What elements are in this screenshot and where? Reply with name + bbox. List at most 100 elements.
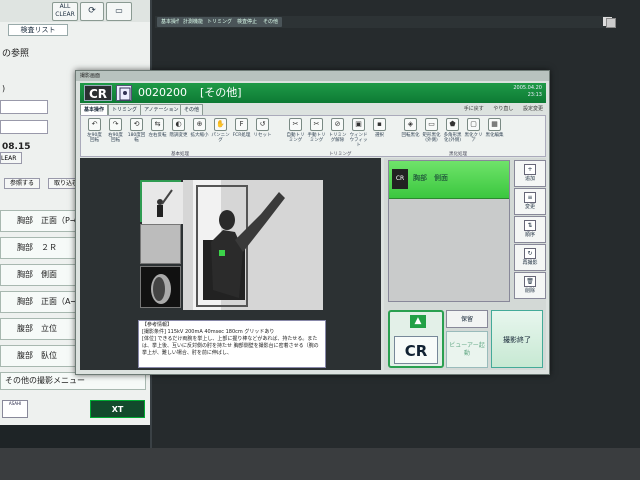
reset-icon: ↺ — [256, 118, 269, 131]
tool-button[interactable]: ↷ 右90度回転 — [106, 118, 125, 143]
tool-button[interactable]: ⬟ 多角形黒化(外側) — [443, 118, 462, 143]
tool-button[interactable]: ▪ 選択 — [370, 118, 389, 138]
tool-button[interactable]: ✋ パンニング — [211, 118, 230, 143]
tool-button[interactable]: ▭ 矩形黒化(外側) — [422, 118, 441, 143]
black-clear-icon: ▢ — [467, 118, 480, 131]
flip-h-icon: ⇆ — [151, 118, 164, 131]
end-capture-button[interactable]: 撮影終了 — [491, 310, 543, 368]
trim-clear-icon: ⊘ — [331, 118, 344, 131]
tool-label: 矩形黒化(外側) — [422, 133, 441, 143]
tool-button[interactable]: ◐ 階調変更 — [169, 118, 188, 138]
paren-text: ) — [2, 84, 6, 93]
zoom-icon: ⊕ — [193, 118, 206, 131]
rotate-180-icon: ⟲ — [130, 118, 143, 131]
tool-label: FCR処理 — [232, 133, 251, 138]
tool-button[interactable]: ◈ 回転黒化 — [401, 118, 420, 138]
image-area: 【参考情報】 [撮影条件] 115kV 200mA 40msec 180cm グ… — [80, 158, 381, 370]
all-clear-button[interactable]: ALL CLEAR — [52, 2, 78, 21]
top-tab-trimming[interactable]: トリミング — [203, 17, 237, 27]
tool-label: 回転黒化 — [401, 133, 420, 138]
poly-black-icon: ⬟ — [446, 118, 459, 131]
top-tab-stop[interactable]: 検査停止 — [233, 17, 262, 27]
tool-label: 手動トリミング — [307, 133, 326, 143]
rect-black-icon: ▭ — [425, 118, 438, 131]
tool-button[interactable]: ⇆ 左右反転 — [148, 118, 167, 138]
protocol-list: CR 胸部 側面 — [388, 160, 510, 302]
tool-button[interactable]: ▦ 黒化編集 — [485, 118, 504, 138]
patient-id: 0020200 — [138, 86, 187, 99]
tool-button[interactable]: ↺ リセット — [253, 118, 272, 138]
capture-dialog: 撮影画面 CR 0020200 [その他] 2005.04.20 23:13 基… — [75, 70, 550, 375]
patient-category: [その他] — [200, 86, 242, 99]
undo-button[interactable]: 手に戻す — [464, 106, 484, 112]
tool-label: 選択 — [375, 133, 384, 138]
settings-button[interactable]: 設定変更 — [523, 106, 543, 112]
date-text: 08.15 — [2, 142, 31, 152]
side-button[interactable]: + 追加 — [514, 160, 546, 187]
time-label: 23:13 — [527, 92, 542, 98]
cr-button-label: CR — [394, 336, 438, 364]
monitor-icon[interactable]: ▭ — [106, 2, 132, 21]
side-button-label: 追加 — [524, 176, 535, 182]
protocol-item-chest-lateral[interactable]: CR 胸部 側面 — [389, 161, 509, 199]
viewer-launch-button[interactable]: ビューアー起動 — [446, 331, 488, 368]
side-button-label: 変更 — [524, 204, 535, 210]
clear-button[interactable]: LEAR — [0, 152, 22, 164]
select-icon: ▪ — [373, 118, 386, 131]
top-right-actions: 手に戻す やり直し 設定変更 — [464, 105, 543, 112]
black-edit-icon: ▦ — [488, 118, 501, 131]
cr-logo: CR — [84, 85, 112, 101]
left-input-2[interactable] — [0, 120, 48, 134]
cr-capture-button[interactable]: ▲ CR — [388, 310, 444, 368]
reference-info-text: 【参考情報】 [撮影条件] 115kV 200mA 40msec 180cm グ… — [142, 322, 319, 356]
ref-button[interactable]: 参照する — [4, 178, 40, 189]
exam-list-tab[interactable]: 検査リスト — [8, 24, 68, 36]
tool-button[interactable]: ⟲ 180度回転 — [127, 118, 146, 143]
left-toolbar: ALL CLEAR ⟳ ▭ — [0, 0, 150, 22]
monitor-bezel — [0, 448, 640, 480]
hold-button[interactable]: 保留 — [446, 310, 488, 328]
thumbnail-2[interactable] — [140, 224, 181, 264]
tool-button[interactable]: ▢ 黒化クリア — [464, 118, 483, 143]
rotate-right-icon: ↷ — [109, 118, 122, 131]
tool-button[interactable]: ⊕ 拡大縮小 — [190, 118, 209, 138]
preview-image — [183, 180, 323, 310]
tool-button[interactable]: ↶ 左90度回転 — [85, 118, 104, 143]
reference-info: 【参考情報】 [撮影条件] 115kV 200mA 40msec 180cm グ… — [138, 320, 326, 368]
corner-button[interactable] — [606, 18, 616, 28]
thumbnail-1[interactable] — [140, 180, 183, 224]
tool-label: トリミング解除 — [328, 133, 347, 143]
add-icon: + — [524, 164, 536, 175]
tool-label: 自動トリミング — [286, 133, 305, 143]
hand-icon: ✋ — [214, 118, 227, 131]
reference-text: の参照 — [2, 49, 30, 59]
left-input[interactable] — [0, 100, 48, 114]
tool-label: リセット — [253, 133, 272, 138]
patient-icon — [116, 85, 132, 101]
tool-button[interactable]: ⊘ トリミング解除 — [328, 118, 347, 143]
tool-label: 左90度回転 — [87, 133, 102, 143]
patient-header: CR 0020200 [その他] 2005.04.20 23:13 — [80, 83, 546, 103]
tool-label: 右90度回転 — [108, 133, 123, 143]
arrow-up-icon: ▲ — [410, 315, 426, 328]
tool-label: 180度回転 — [127, 133, 146, 143]
tool-button[interactable]: F FCR処理 — [232, 118, 251, 138]
tool-button[interactable]: ▣ ウィンドウフィット — [349, 118, 368, 148]
side-button[interactable]: ⇅ 順序 — [514, 216, 546, 243]
dialog-title: 撮影画面 — [76, 71, 549, 81]
tool-button[interactable]: ✂ 自動トリミング — [286, 118, 305, 143]
refresh-icon[interactable]: ⟳ — [80, 2, 104, 21]
manual-trim-icon: ✂ — [310, 118, 323, 131]
side-button-label: 順序 — [524, 232, 535, 238]
fcr-icon: F — [235, 118, 248, 131]
top-tab-other[interactable]: その他 — [259, 17, 283, 27]
side-button[interactable]: ≡ 変更 — [514, 188, 546, 215]
side-button[interactable]: ↻ 再撮影 — [514, 244, 546, 271]
protocol-label: 胸部 側面 — [413, 174, 448, 182]
tool-button[interactable]: ✂ 手動トリミング — [307, 118, 326, 143]
tool-label: 階調変更 — [169, 133, 188, 138]
thumbnail-3[interactable] — [140, 266, 181, 308]
xt-button[interactable]: XT — [90, 400, 145, 418]
side-button[interactable]: 🗑 削除 — [514, 272, 546, 299]
redo-button[interactable]: やり直し — [493, 106, 513, 112]
